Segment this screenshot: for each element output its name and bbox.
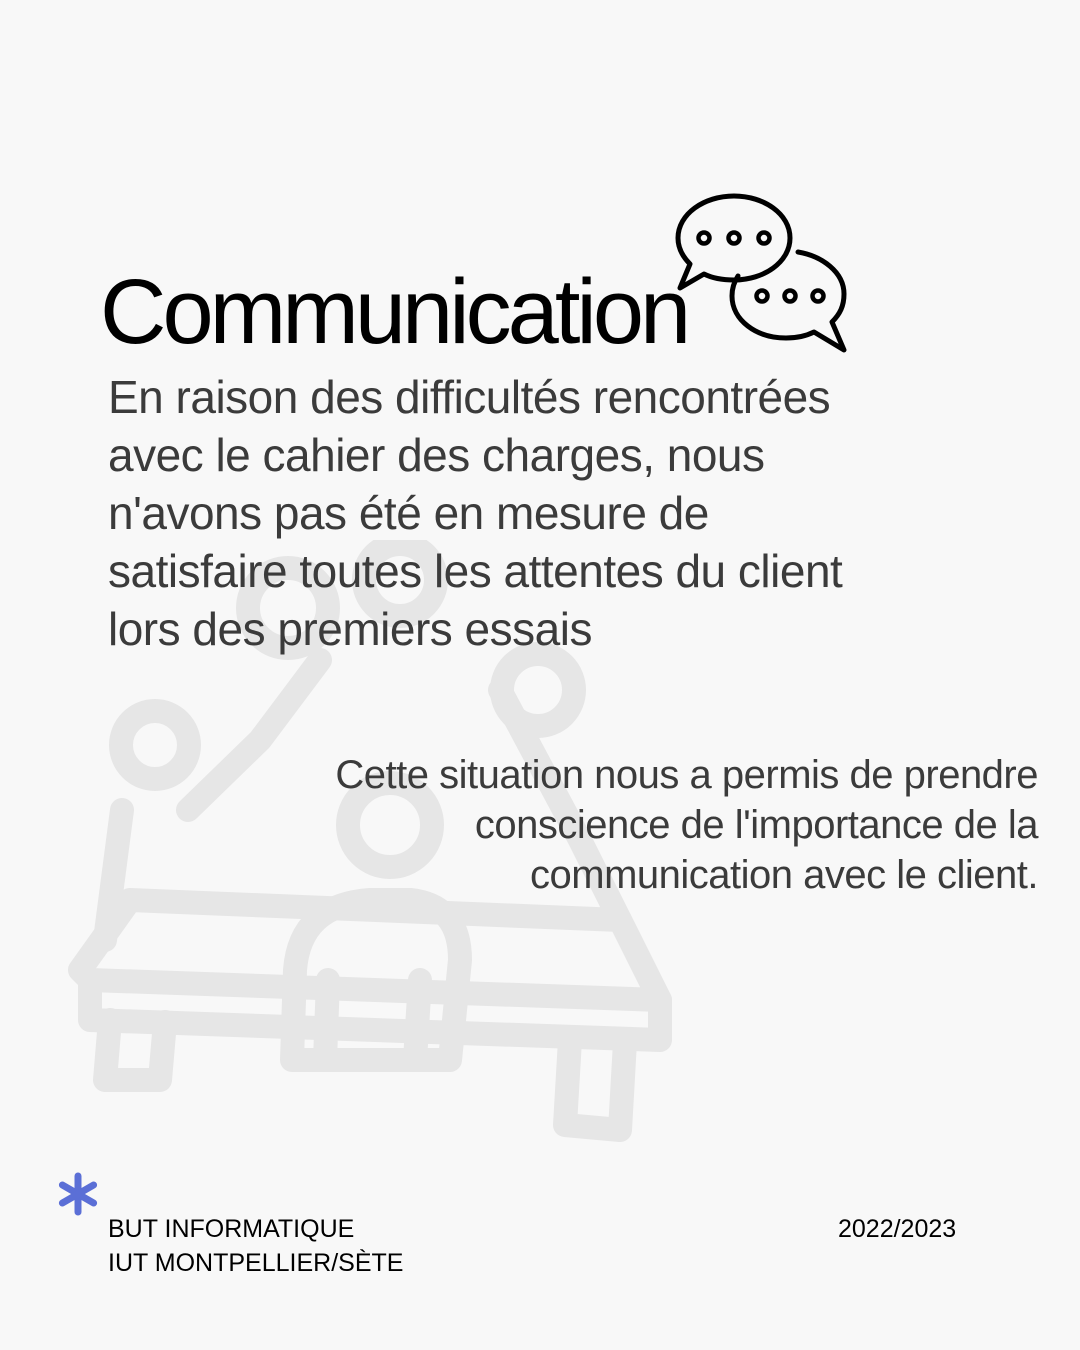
main-paragraph: En raison des difficultés rencontrées av…	[108, 371, 843, 655]
footer-institution: BUT INFORMATIQUE IUT MONTPELLIER/SÈTE	[108, 1212, 403, 1280]
page-title: Communication	[100, 261, 691, 363]
chat-bubbles-icon	[675, 193, 847, 353]
footer-program: BUT INFORMATIQUE	[108, 1215, 355, 1243]
footer-school: IUT MONTPELLIER/SÈTE	[108, 1249, 404, 1277]
footer-year: 2022/2023	[838, 1215, 957, 1243]
secondary-paragraph: Cette situation nous a permis de prendre…	[335, 753, 1038, 897]
asterisk-icon	[58, 1172, 98, 1216]
